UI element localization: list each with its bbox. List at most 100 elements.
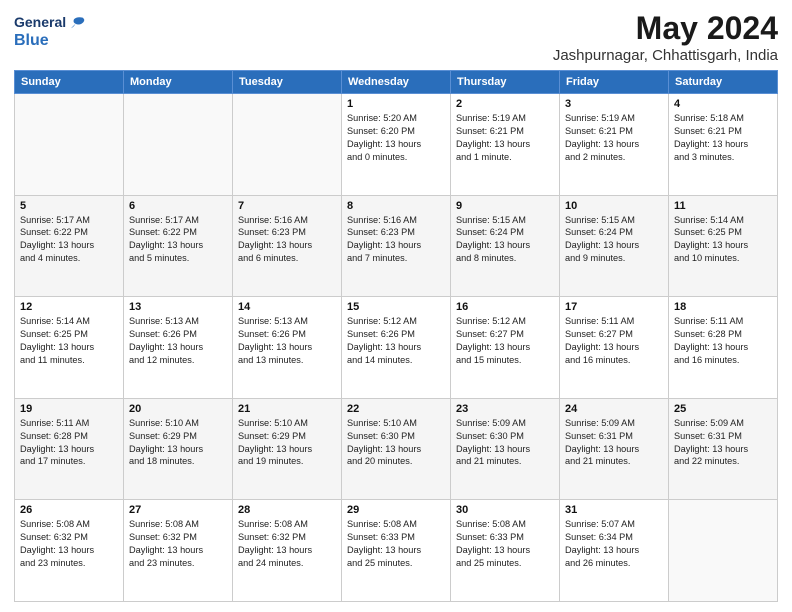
day-number: 26 (20, 504, 118, 516)
day-info: Sunrise: 5:15 AM Sunset: 6:24 PM Dayligh… (565, 214, 663, 266)
logo-bird-icon (68, 14, 86, 32)
day-number: 24 (565, 403, 663, 415)
day-cell: 9Sunrise: 5:15 AM Sunset: 6:24 PM Daylig… (451, 195, 560, 297)
day-cell: 8Sunrise: 5:16 AM Sunset: 6:23 PM Daylig… (342, 195, 451, 297)
day-number: 18 (674, 301, 772, 313)
day-cell: 11 Sunrise: 5:14 AM Sunset: 6:25 PM Dayli… (669, 195, 778, 297)
logo-line1: General (14, 15, 66, 30)
day-number: 13 (129, 301, 227, 313)
day-info: Sunrise: 5:11 AM Sunset: 6:28 PM Dayligh… (20, 417, 118, 469)
weekday-sunday: Sunday (15, 71, 124, 94)
week-row-5: 26 Sunrise: 5:08 AM Sunset: 6:32 PM Dayli… (15, 500, 778, 602)
week-row-2: 5Sunrise: 5:17 AM Sunset: 6:22 PM Daylig… (15, 195, 778, 297)
day-number: 31 (565, 504, 663, 516)
day-cell: 17Sunrise: 5:11 AM Sunset: 6:27 PM Dayli… (560, 297, 669, 399)
day-number: 9 (456, 200, 554, 212)
day-info: Sunrise: 5:16 AM Sunset: 6:23 PM Dayligh… (238, 214, 336, 266)
day-info: Sunrise: 5:11 AM Sunset: 6:28 PM Dayligh… (674, 315, 772, 367)
day-info: Sunrise: 5:08 AM Sunset: 6:33 PM Dayligh… (456, 518, 554, 570)
day-info: Sunrise: 5:09 AM Sunset: 6:31 PM Dayligh… (565, 417, 663, 469)
day-info: Sunrise: 5:10 AM Sunset: 6:29 PM Dayligh… (129, 417, 227, 469)
weekday-thursday: Thursday (451, 71, 560, 94)
day-info: Sunrise: 5:14 AM Sunset: 6:25 PM Dayligh… (674, 214, 772, 266)
day-info: Sunrise: 5:16 AM Sunset: 6:23 PM Dayligh… (347, 214, 445, 266)
day-number: 4 (674, 98, 772, 110)
day-cell: 31 Sunrise: 5:07 AM Sunset: 6:34 PM Dayli… (560, 500, 669, 602)
day-number: 19 (20, 403, 118, 415)
day-cell: 29 Sunrise: 5:08 AM Sunset: 6:33 PM Dayli… (342, 500, 451, 602)
day-info: Sunrise: 5:08 AM Sunset: 6:32 PM Dayligh… (238, 518, 336, 570)
day-number: 11 (674, 200, 772, 212)
day-number: 10 (565, 200, 663, 212)
day-cell: 28 Sunrise: 5:08 AM Sunset: 6:32 PM Dayli… (233, 500, 342, 602)
day-info: Sunrise: 5:19 AM Sunset: 6:21 PM Dayligh… (456, 112, 554, 164)
day-number: 28 (238, 504, 336, 516)
day-cell: 3Sunrise: 5:19 AM Sunset: 6:21 PM Daylig… (560, 94, 669, 196)
weekday-tuesday: Tuesday (233, 71, 342, 94)
day-info: Sunrise: 5:10 AM Sunset: 6:29 PM Dayligh… (238, 417, 336, 469)
day-number: 6 (129, 200, 227, 212)
day-cell: 13 Sunrise: 5:13 AM Sunset: 6:26 PM Dayli… (124, 297, 233, 399)
day-cell: 30 Sunrise: 5:08 AM Sunset: 6:33 PM Dayli… (451, 500, 560, 602)
logo: General Blue (14, 14, 86, 50)
day-number: 12 (20, 301, 118, 313)
day-cell (233, 94, 342, 196)
day-cell: 6 Sunrise: 5:17 AM Sunset: 6:22 PM Daylig… (124, 195, 233, 297)
day-cell: 1Sunrise: 5:20 AM Sunset: 6:20 PM Daylig… (342, 94, 451, 196)
day-info: Sunrise: 5:10 AM Sunset: 6:30 PM Dayligh… (347, 417, 445, 469)
day-cell: 15 Sunrise: 5:12 AM Sunset: 6:26 PM Dayli… (342, 297, 451, 399)
day-cell: 2 Sunrise: 5:19 AM Sunset: 6:21 PM Daylig… (451, 94, 560, 196)
week-row-1: 1Sunrise: 5:20 AM Sunset: 6:20 PM Daylig… (15, 94, 778, 196)
calendar-subtitle: Jashpurnagar, Chhattisgarh, India (553, 47, 778, 64)
day-info: Sunrise: 5:13 AM Sunset: 6:26 PM Dayligh… (238, 315, 336, 367)
day-info: Sunrise: 5:08 AM Sunset: 6:33 PM Dayligh… (347, 518, 445, 570)
day-cell: 19 Sunrise: 5:11 AM Sunset: 6:28 PM Dayli… (15, 398, 124, 500)
day-cell: 25Sunrise: 5:09 AM Sunset: 6:31 PM Dayli… (669, 398, 778, 500)
weekday-header-row: SundayMondayTuesdayWednesdayThursdayFrid… (15, 71, 778, 94)
day-cell: 23Sunrise: 5:09 AM Sunset: 6:30 PM Dayli… (451, 398, 560, 500)
day-cell (669, 500, 778, 602)
day-info: Sunrise: 5:19 AM Sunset: 6:21 PM Dayligh… (565, 112, 663, 164)
day-cell (15, 94, 124, 196)
day-info: Sunrise: 5:08 AM Sunset: 6:32 PM Dayligh… (129, 518, 227, 570)
week-row-3: 12 Sunrise: 5:14 AM Sunset: 6:25 PM Dayli… (15, 297, 778, 399)
day-info: Sunrise: 5:17 AM Sunset: 6:22 PM Dayligh… (20, 214, 118, 266)
week-row-4: 19 Sunrise: 5:11 AM Sunset: 6:28 PM Dayli… (15, 398, 778, 500)
day-info: Sunrise: 5:12 AM Sunset: 6:27 PM Dayligh… (456, 315, 554, 367)
day-info: Sunrise: 5:08 AM Sunset: 6:32 PM Dayligh… (20, 518, 118, 570)
day-number: 16 (456, 301, 554, 313)
day-info: Sunrise: 5:09 AM Sunset: 6:31 PM Dayligh… (674, 417, 772, 469)
day-info: Sunrise: 5:07 AM Sunset: 6:34 PM Dayligh… (565, 518, 663, 570)
day-cell: 26 Sunrise: 5:08 AM Sunset: 6:32 PM Dayli… (15, 500, 124, 602)
day-cell: 20Sunrise: 5:10 AM Sunset: 6:29 PM Dayli… (124, 398, 233, 500)
day-number: 23 (456, 403, 554, 415)
day-cell: 7Sunrise: 5:16 AM Sunset: 6:23 PM Daylig… (233, 195, 342, 297)
day-number: 2 (456, 98, 554, 110)
day-cell: 12 Sunrise: 5:14 AM Sunset: 6:25 PM Dayli… (15, 297, 124, 399)
day-cell: 18 Sunrise: 5:11 AM Sunset: 6:28 PM Dayli… (669, 297, 778, 399)
day-info: Sunrise: 5:20 AM Sunset: 6:20 PM Dayligh… (347, 112, 445, 164)
day-cell (124, 94, 233, 196)
weekday-wednesday: Wednesday (342, 71, 451, 94)
day-number: 29 (347, 504, 445, 516)
logo-line2: Blue (14, 32, 86, 50)
day-number: 22 (347, 403, 445, 415)
title-block: May 2024 Jashpurnagar, Chhattisgarh, Ind… (553, 10, 778, 64)
page: General Blue May 2024 Jashpurnagar, Chha… (0, 0, 792, 612)
day-cell: 4 Sunrise: 5:18 AM Sunset: 6:21 PM Daylig… (669, 94, 778, 196)
day-cell: 10 Sunrise: 5:15 AM Sunset: 6:24 PM Dayli… (560, 195, 669, 297)
day-number: 21 (238, 403, 336, 415)
day-cell: 27 Sunrise: 5:08 AM Sunset: 6:32 PM Dayli… (124, 500, 233, 602)
day-info: Sunrise: 5:13 AM Sunset: 6:26 PM Dayligh… (129, 315, 227, 367)
day-cell: 24 Sunrise: 5:09 AM Sunset: 6:31 PM Dayli… (560, 398, 669, 500)
day-info: Sunrise: 5:14 AM Sunset: 6:25 PM Dayligh… (20, 315, 118, 367)
day-info: Sunrise: 5:18 AM Sunset: 6:21 PM Dayligh… (674, 112, 772, 164)
day-info: Sunrise: 5:12 AM Sunset: 6:26 PM Dayligh… (347, 315, 445, 367)
day-number: 27 (129, 504, 227, 516)
weekday-monday: Monday (124, 71, 233, 94)
day-number: 14 (238, 301, 336, 313)
day-number: 15 (347, 301, 445, 313)
header: General Blue May 2024 Jashpurnagar, Chha… (14, 10, 778, 64)
day-number: 30 (456, 504, 554, 516)
day-info: Sunrise: 5:17 AM Sunset: 6:22 PM Dayligh… (129, 214, 227, 266)
